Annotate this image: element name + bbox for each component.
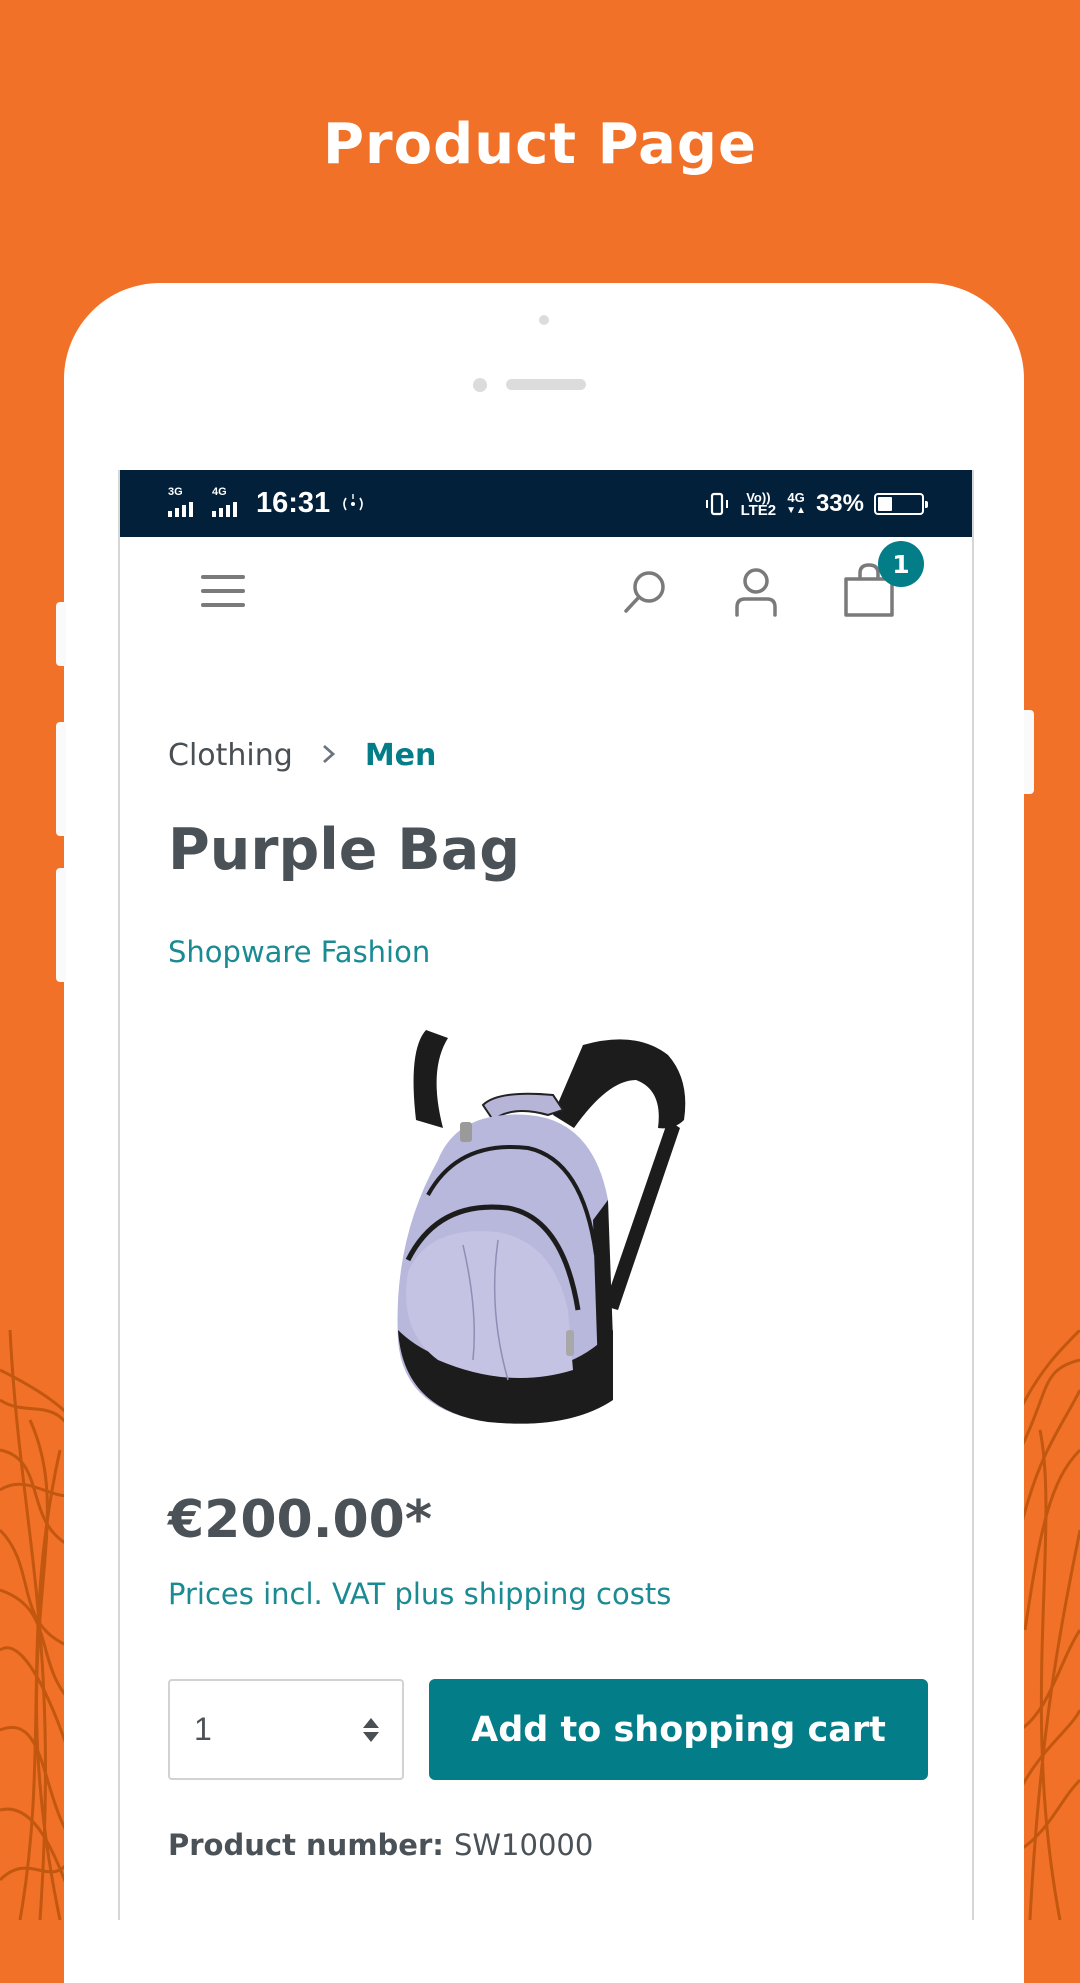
vibrate-icon [705,492,728,515]
add-to-cart-button[interactable]: Add to shopping cart [429,1679,928,1780]
breadcrumb-separator-icon [321,741,337,772]
quantity-value: 1 [194,1711,212,1747]
search-icon[interactable] [622,569,668,615]
decorative-scribble-right [1020,1330,1080,1920]
user-icon[interactable] [733,567,779,617]
product-title: Purple Bag [168,817,521,883]
manufacturer-link[interactable]: Shopware Fashion [168,935,430,969]
cart-count-badge: 1 [878,541,924,587]
sim2-signal-icon: 4G [212,485,246,521]
product-number-value: SW10000 [453,1828,594,1862]
breadcrumb-item-clothing[interactable]: Clothing [168,738,293,773]
volte-bottom-label: LTE2 [740,501,777,519]
hamburger-menu-icon[interactable] [200,573,246,609]
shop-header: 1 [120,537,972,642]
status-time: 16:31 [256,487,331,519]
product-image[interactable] [368,1010,708,1440]
volte-indicator: Vo)) LTE2 [740,491,777,519]
promo-title: Product Page [323,112,757,177]
product-price: €200.00* [168,1490,433,1550]
breadcrumb: Clothing Men [168,738,436,773]
earpiece-speaker [506,379,586,390]
sim1-signal-icon: 3G [168,485,202,521]
select-arrows-icon [363,1718,379,1742]
proximity-sensor [473,378,487,392]
app-screen: 3G 4G 16:31 Vo)) LTE2 4G ▼▲ 33% 1 Clothi… [118,470,974,1920]
cart-count: 1 [892,549,910,579]
status-bar: 3G 4G 16:31 Vo)) LTE2 4G ▼▲ 33% [120,470,972,537]
quantity-select[interactable]: 1 [168,1679,404,1780]
product-number-label: Product number: [168,1828,454,1862]
side-button-power [1024,710,1034,794]
product-number: Product number: SW10000 [168,1828,593,1862]
side-button-volume-down [56,868,66,982]
hotspot-icon [343,493,363,510]
battery-icon [874,492,928,515]
sim1-network-label: 3G [168,485,183,498]
data-network-label: 4G [787,489,805,505]
side-button-volume-up [56,722,66,836]
data-network-indicator: 4G ▼▲ [786,489,806,516]
battery-level-fill [878,496,892,511]
side-button-mute [56,602,66,666]
front-camera [539,315,549,325]
sim2-network-label: 4G [212,485,227,498]
battery-percent: 33% [815,489,864,517]
tax-shipping-note[interactable]: Prices incl. VAT plus shipping costs [168,1577,671,1611]
breadcrumb-item-men[interactable]: Men [365,738,437,773]
